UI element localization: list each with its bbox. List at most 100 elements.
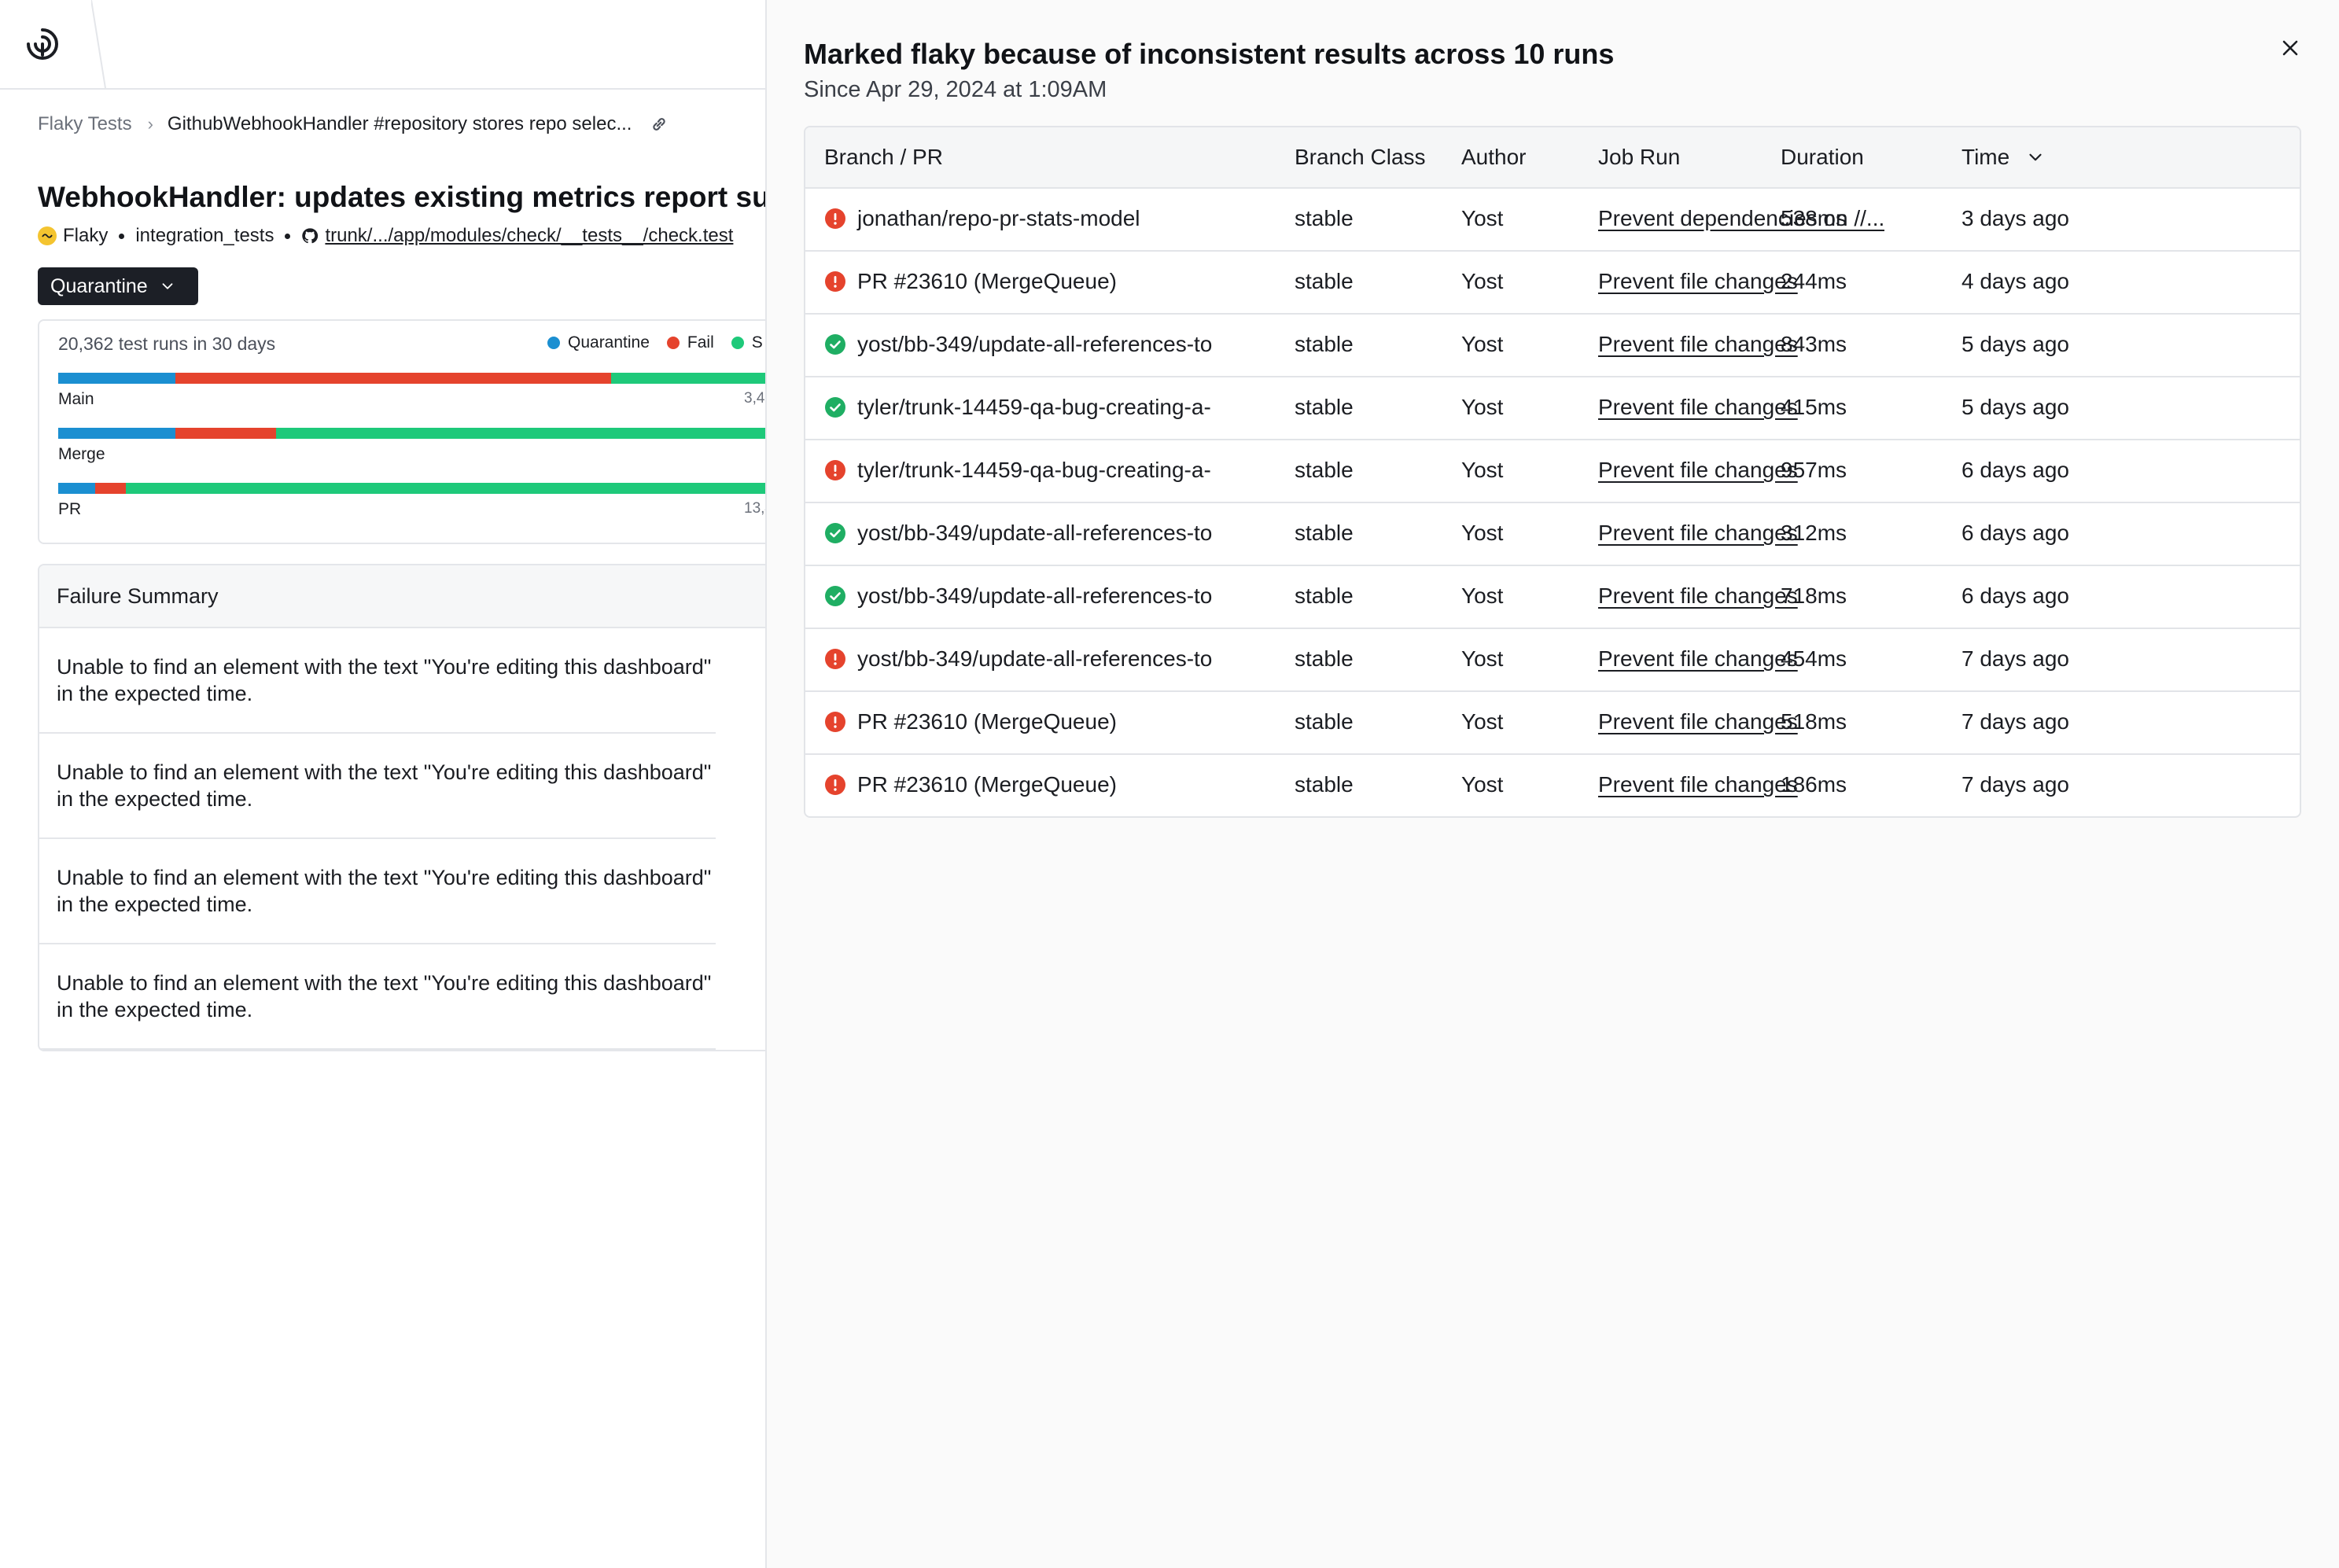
author: Yost	[1461, 772, 1504, 797]
link-icon[interactable]	[649, 114, 669, 134]
check-circle-icon	[825, 334, 845, 355]
branch-cell: yost/bb-349/update-all-references-to	[824, 583, 1212, 609]
runs-table: Branch / PR Branch Class Author Job Run …	[804, 126, 2301, 818]
author: Yost	[1461, 395, 1504, 419]
job-run-link[interactable]: Prevent file changes	[1598, 772, 1798, 797]
table-row[interactable]: tyler/trunk-14459-qa-bug-creating-a- sta…	[805, 377, 2300, 440]
drawer-subtitle: Since Apr 29, 2024 at 1:09AM	[804, 77, 1107, 102]
test-path-link[interactable]: trunk/.../app/modules/check/__tests__/ch…	[325, 225, 733, 247]
time-ago: 6 days ago	[1961, 583, 2069, 608]
table-row[interactable]: PR #23610 (MergeQueue) stable Yost Preve…	[805, 692, 2300, 755]
duration: 518ms	[1781, 709, 1847, 734]
separator-dot	[119, 233, 125, 239]
failure-summary-title: Failure Summary	[39, 565, 767, 628]
author: Yost	[1461, 709, 1504, 734]
branch-class: stable	[1295, 709, 1354, 734]
table-row[interactable]: yost/bb-349/update-all-references-to sta…	[805, 315, 2300, 377]
table-body: jonathan/repo-pr-stats-model stable Yost…	[805, 189, 2300, 816]
failure-item[interactable]: Unable to find an element with the text …	[39, 628, 716, 734]
job-run-link[interactable]: Prevent file changes	[1598, 709, 1798, 734]
table-row[interactable]: jonathan/repo-pr-stats-model stable Yost…	[805, 189, 2300, 252]
failure-item[interactable]: Unable to find an element with the text …	[39, 839, 716, 944]
branch-name: yost/bb-349/update-all-references-to	[857, 646, 1213, 671]
branch-name: PR #23610 (MergeQueue)	[857, 709, 1117, 734]
job-run-link[interactable]: Prevent file changes	[1598, 646, 1798, 672]
legend-item-fail: Fail	[666, 333, 714, 352]
bar-total-main: 3,4	[744, 390, 765, 407]
flaky-icon	[38, 226, 57, 245]
topbar-border	[0, 88, 767, 90]
branch-cell: PR #23610 (MergeQueue)	[824, 772, 1117, 797]
branch-cell: PR #23610 (MergeQueue)	[824, 709, 1117, 734]
alert-circle-icon	[825, 208, 845, 229]
duration: 957ms	[1781, 458, 1847, 482]
branch-cell: tyler/trunk-14459-qa-bug-creating-a-	[824, 395, 1211, 420]
branch-name: yost/bb-349/update-all-references-to	[857, 332, 1213, 356]
table-row[interactable]: yost/bb-349/update-all-references-to sta…	[805, 503, 2300, 566]
quarantine-label: Quarantine	[50, 274, 148, 297]
column-header-branch[interactable]: Branch / PR	[824, 145, 943, 170]
job-run-link[interactable]: Prevent file changes	[1598, 521, 1798, 546]
github-icon	[302, 228, 319, 244]
bar-segment-success	[276, 428, 767, 439]
table-row[interactable]: PR #23610 (MergeQueue) stable Yost Preve…	[805, 252, 2300, 315]
alert-circle-icon	[825, 775, 845, 795]
time-ago: 7 days ago	[1961, 772, 2069, 797]
separator-dot	[285, 233, 291, 239]
duration: 843ms	[1781, 332, 1847, 356]
breadcrumb-flaky-tests[interactable]: Flaky Tests	[38, 113, 132, 135]
legend-label: Quarantine	[568, 333, 650, 352]
branch-class: stable	[1295, 521, 1354, 545]
bar-pr[interactable]	[58, 483, 767, 494]
job-run-link[interactable]: Prevent file changes	[1598, 458, 1798, 483]
chevron-down-icon[interactable]	[2025, 147, 2046, 167]
column-header-time[interactable]: Time	[1961, 145, 2046, 170]
author: Yost	[1461, 269, 1504, 293]
duration: 454ms	[1781, 646, 1847, 671]
table-row[interactable]: PR #23610 (MergeQueue) stable Yost Preve…	[805, 755, 2300, 816]
branch-name: yost/bb-349/update-all-references-to	[857, 521, 1213, 545]
bar-segment-success	[126, 483, 767, 494]
branch-cell: yost/bb-349/update-all-references-to	[824, 521, 1212, 546]
column-header-time-label: Time	[1961, 145, 2010, 169]
chevron-down-icon	[162, 283, 173, 289]
test-detail-page: Flaky Tests › GithubWebhookHandler #repo…	[0, 0, 767, 1568]
branch-class: stable	[1295, 206, 1354, 230]
job-run-link[interactable]: Prevent file changes	[1598, 332, 1798, 357]
author: Yost	[1461, 646, 1504, 671]
column-header-duration[interactable]: Duration	[1781, 145, 1864, 170]
trunk-logo-icon[interactable]	[22, 24, 63, 64]
close-icon[interactable]	[2278, 36, 2302, 60]
table-row[interactable]: tyler/trunk-14459-qa-bug-creating-a- sta…	[805, 440, 2300, 503]
legend-dot	[666, 337, 680, 349]
bar-merge[interactable]	[58, 428, 767, 439]
bar-main[interactable]	[58, 373, 767, 384]
bar-total-pr: 13,4	[744, 500, 767, 517]
branch-name: tyler/trunk-14459-qa-bug-creating-a-	[857, 395, 1211, 419]
alert-circle-icon	[825, 271, 845, 292]
branch-class: stable	[1295, 583, 1354, 608]
branch-cell: tyler/trunk-14459-qa-bug-creating-a-	[824, 458, 1211, 483]
job-run-link[interactable]: Prevent file changes	[1598, 583, 1798, 609]
table-header: Branch / PR Branch Class Author Job Run …	[805, 127, 2300, 189]
legend-label: S	[751, 333, 763, 352]
failure-item[interactable]: Unable to find an element with the text …	[39, 944, 716, 1050]
branch-cell: yost/bb-349/update-all-references-to	[824, 646, 1212, 672]
time-ago: 5 days ago	[1961, 332, 2069, 356]
chevron-right-icon: ›	[147, 114, 153, 134]
alert-circle-icon	[825, 712, 845, 732]
branch-cell: yost/bb-349/update-all-references-to	[824, 332, 1212, 357]
column-header-author[interactable]: Author	[1461, 145, 1527, 170]
column-header-branch-class[interactable]: Branch Class	[1295, 145, 1426, 170]
job-run-link[interactable]: Prevent file changes	[1598, 269, 1798, 294]
duration: 415ms	[1781, 395, 1847, 419]
time-ago: 6 days ago	[1961, 458, 2069, 482]
table-row[interactable]: yost/bb-349/update-all-references-to sta…	[805, 629, 2300, 692]
duration: 718ms	[1781, 583, 1847, 608]
column-header-job-run[interactable]: Job Run	[1598, 145, 1680, 170]
job-run-link[interactable]: Prevent file changes	[1598, 395, 1798, 420]
duration: 186ms	[1781, 772, 1847, 797]
quarantine-dropdown[interactable]: Quarantine	[38, 267, 198, 305]
table-row[interactable]: yost/bb-349/update-all-references-to sta…	[805, 566, 2300, 629]
failure-item[interactable]: Unable to find an element with the text …	[39, 734, 716, 839]
